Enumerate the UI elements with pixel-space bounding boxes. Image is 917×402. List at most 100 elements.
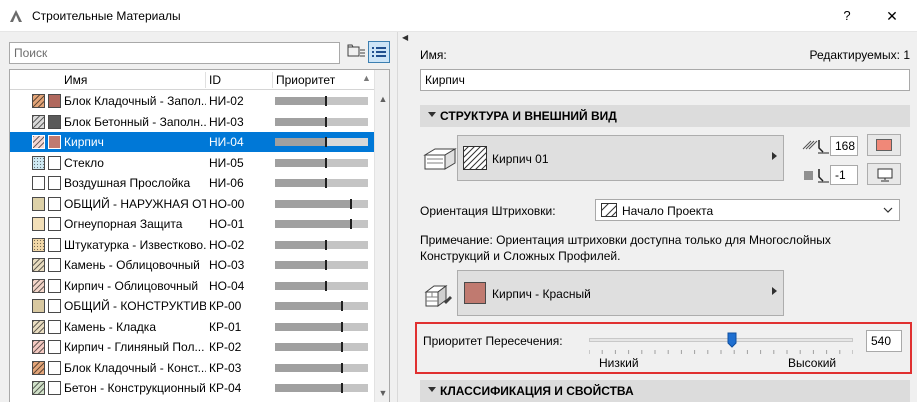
cut-fill-swatch (32, 381, 45, 395)
material-id-cell: НИ-06 (209, 176, 244, 190)
priority-bar-marker (340, 383, 343, 393)
intersection-priority-slider[interactable] (589, 338, 853, 342)
scroll-down-arrow-icon[interactable]: ▼ (375, 388, 389, 398)
priority-bar (275, 383, 368, 393)
table-row[interactable]: Штукатурка - Известково... НО-02 (10, 235, 374, 255)
hatch-pattern-icon (463, 146, 487, 170)
cut-fill-swatch (32, 114, 45, 129)
material-name-cell: ОБЩИЙ - НАРУЖНАЯ ОТ... (64, 196, 206, 211)
column-header-priority[interactable]: Приоритет (276, 73, 335, 87)
pen-color-swatch (876, 139, 892, 151)
pen-color-button[interactable] (867, 134, 901, 156)
material-name-cell: Воздушная Прослойка (64, 176, 191, 190)
priority-bar (275, 116, 368, 127)
priority-bar (275, 301, 368, 311)
material-name-cell: Огнеупорная Защита (64, 217, 183, 231)
material-id-cell: НО-01 (209, 217, 245, 231)
cut-fill-picker[interactable]: Кирпич 01 (457, 135, 784, 181)
slider-thumb[interactable] (727, 332, 737, 348)
priority-bar-fill (275, 158, 327, 167)
cut-fill-swatch (32, 237, 45, 252)
table-row[interactable]: ОБЩИЙ - НАРУЖНАЯ ОТ... НО-00 (10, 194, 374, 214)
list-view-button[interactable] (368, 41, 390, 63)
priority-bar-marker (350, 219, 353, 229)
surface-swatch (48, 319, 61, 334)
material-name-input[interactable]: Кирпич (420, 69, 910, 91)
monitor-icon (877, 168, 893, 182)
chevron-down-icon (883, 207, 893, 213)
search-input[interactable] (9, 42, 340, 64)
table-row[interactable]: Камень - Облицовочный НО-03 (10, 255, 374, 275)
surface-picker[interactable]: Кирпич - Красный (457, 270, 784, 316)
priority-bar-marker (350, 198, 353, 209)
material-id-cell: КР-01 (209, 319, 242, 334)
table-row[interactable]: ОБЩИЙ - КОНСТРУКТИВ... КР-00 (10, 296, 374, 316)
vertical-scrollbar[interactable]: ▲ ▼ (374, 70, 389, 402)
hatch-orientation-dropdown[interactable]: Начало Проекта (595, 199, 900, 221)
table-row[interactable]: Камень - Кладка КР-01 (10, 317, 374, 337)
cut-fill-swatch (32, 340, 45, 354)
priority-bar (275, 239, 368, 250)
intersection-priority-highlight (415, 322, 912, 374)
priority-bar (275, 198, 368, 209)
table-row[interactable]: Бетон - Конструкционный КР-04 (10, 378, 374, 398)
background-pen-button[interactable] (867, 163, 901, 185)
priority-bar-marker (340, 301, 343, 311)
section-classification-header[interactable]: КЛАССИФИКАЦИЯ И СВОЙСТВА (420, 380, 910, 402)
scroll-up-arrow-icon[interactable]: ▲ (375, 94, 389, 104)
table-row[interactable]: Воздушная Прослойка НИ-06 (10, 173, 374, 193)
column-header-name[interactable]: Имя (64, 73, 87, 87)
project-origin-icon (601, 203, 617, 217)
priority-bar (275, 157, 368, 168)
priority-bar (275, 178, 368, 188)
priority-bar (275, 260, 368, 270)
section-classification-title: КЛАССИФИКАЦИЯ И СВОЙСТВА (440, 384, 634, 398)
hatch-name: Кирпич 01 (492, 152, 549, 166)
priority-bar-marker (325, 239, 328, 250)
editable-count: Редактируемых: 1 (809, 48, 910, 62)
close-button[interactable]: ✕ (880, 6, 904, 26)
column-divider (272, 72, 273, 88)
intersection-priority-label: Приоритет Пересечения: (423, 334, 563, 348)
cut-fill-swatch (32, 94, 45, 108)
intersection-priority-input[interactable]: 540 (866, 330, 902, 352)
material-id-cell: НИ-03 (209, 114, 244, 129)
cut-fill-swatch (32, 196, 45, 211)
priority-bar-marker (325, 96, 328, 106)
slider-low-label: Низкий (599, 356, 639, 370)
table-row[interactable]: Кирпич - Глиняный Пол... КР-02 (10, 337, 374, 357)
priority-bar-fill (275, 281, 327, 290)
title-bar: Строительные Материалы ? ✕ (0, 0, 917, 32)
material-name-cell: Штукатурка - Известково... (64, 237, 206, 252)
hatch-orientation-label: Ориентация Штриховки: (420, 204, 556, 218)
cut-fill-swatch (32, 217, 45, 231)
table-row[interactable]: Блок Кладочный - Конст... КР-03 (10, 358, 374, 378)
cut-fill-swatch (32, 176, 45, 190)
priority-bar-fill (275, 97, 327, 105)
priority-bar-fill (275, 138, 327, 146)
folder-view-button[interactable] (346, 41, 366, 63)
collapse-panel-icon[interactable]: ◀ (402, 33, 408, 42)
column-divider (205, 72, 206, 88)
priority-bar-fill (275, 117, 327, 126)
cut-fill-pen-number[interactable]: 168 (830, 136, 858, 156)
table-row[interactable]: Блок Бетонный - Заполн... НИ-03 (10, 112, 374, 132)
material-name-cell: Кирпич - Глиняный Пол... (64, 340, 205, 354)
column-header-id[interactable]: ID (209, 73, 221, 87)
table-row[interactable]: Блок Кладочный - Запол... НИ-02 (10, 91, 374, 111)
material-name-cell: ОБЩИЙ - КОНСТРУКТИВ... (64, 299, 206, 313)
help-button[interactable]: ? (835, 6, 859, 26)
surface-swatch (48, 114, 61, 129)
background-pen-number[interactable]: -1 (830, 165, 858, 185)
priority-bar-marker (340, 321, 343, 332)
archicad-app-icon (10, 10, 22, 22)
table-row[interactable]: Огнеупорная Защита НО-01 (10, 214, 374, 234)
surface-swatch (48, 258, 61, 272)
table-row[interactable]: Кирпич НИ-04 (10, 132, 374, 152)
section-structure-header[interactable]: СТРУКТУРА И ВНЕШНИЙ ВИД (420, 105, 910, 127)
table-row[interactable]: Стекло НИ-05 (10, 153, 374, 173)
table-row[interactable]: Кирпич - Облицовочный НО-04 (10, 276, 374, 296)
material-settings-panel: Имя: Редактируемых: 1 Кирпич СТРУКТУРА И… (409, 32, 917, 402)
panel-splitter[interactable] (397, 32, 409, 402)
material-name-cell: Блок Кладочный - Запол... (64, 94, 206, 108)
